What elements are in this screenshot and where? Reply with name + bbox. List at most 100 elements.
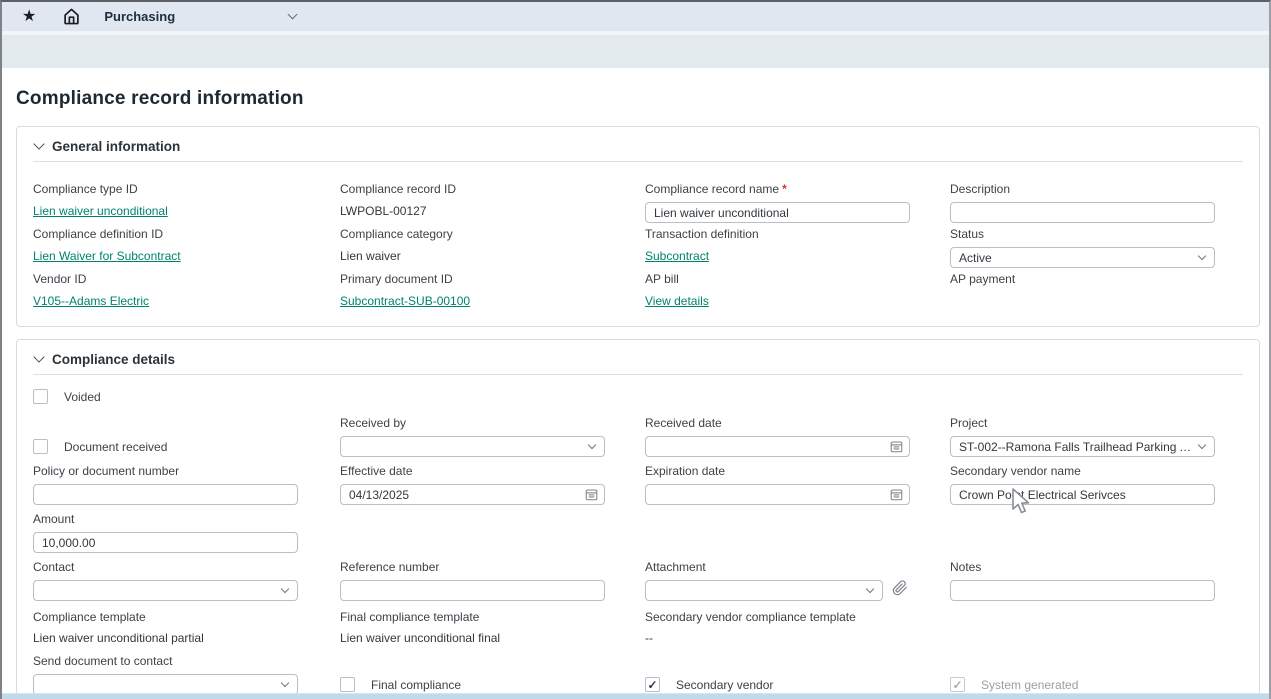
field-label: Reference number	[340, 560, 645, 574]
field-label: AP payment	[950, 272, 1243, 286]
secondary-vendor-template-value: --	[645, 631, 950, 645]
field-status: Status Active	[950, 227, 1243, 268]
status-select[interactable]: Active	[950, 247, 1215, 268]
field-effective-date: Effective date	[340, 464, 645, 505]
compliance-record-name-input[interactable]	[645, 202, 910, 223]
attachment-select[interactable]	[645, 580, 883, 601]
field-label: Transaction definition	[645, 227, 950, 241]
field-amount: Amount	[33, 512, 340, 553]
collapse-chevron-icon	[33, 351, 44, 362]
module-selector[interactable]: Purchasing	[104, 9, 296, 24]
field-label: Expiration date	[645, 464, 950, 478]
page-title: Compliance record information	[16, 88, 1269, 110]
field-label: Compliance definition ID	[33, 227, 340, 241]
checkbox-label: Final compliance	[371, 678, 461, 692]
secondary-vendor-checkbox[interactable]: ✓ Secondary vendor	[645, 677, 950, 692]
field-secondary-vendor-template: Secondary vendor compliance template --	[645, 610, 950, 645]
document-received-checkbox[interactable]: Document received	[33, 439, 340, 454]
chevron-down-icon	[288, 10, 298, 20]
contact-select[interactable]	[33, 580, 298, 601]
calendar-icon[interactable]	[890, 488, 903, 506]
notes-input[interactable]	[950, 580, 1215, 601]
final-compliance-checkbox[interactable]: Final compliance	[340, 677, 645, 692]
field-label: Description	[950, 182, 1243, 196]
field-expiration-date: Expiration date	[645, 464, 950, 505]
field-label: Secondary vendor compliance template	[645, 610, 950, 624]
compliance-details-section-toggle[interactable]: Compliance details	[33, 350, 1243, 375]
module-selector-label: Purchasing	[104, 9, 175, 24]
field-label: Vendor ID	[33, 272, 340, 286]
primary-document-id-link[interactable]: Subcontract-SUB-00100	[340, 294, 470, 308]
window-bottom-edge	[2, 693, 1269, 699]
compliance-definition-id-link[interactable]: Lien Waiver for Subcontract	[33, 249, 181, 263]
checkbox-label: Secondary vendor	[676, 678, 773, 692]
field-label: Secondary vendor name	[950, 464, 1243, 478]
transaction-definition-link[interactable]: Subcontract	[645, 249, 709, 263]
chevron-down-icon	[281, 584, 289, 592]
field-label: Contact	[33, 560, 340, 574]
field-attachment: Attachment	[645, 560, 950, 601]
compliance-template-value: Lien waiver unconditional partial	[33, 631, 340, 645]
field-send-document: Send document to contact	[33, 654, 340, 695]
vendor-id-link[interactable]: V105--Adams Electric	[33, 294, 149, 308]
field-transaction-definition: Transaction definition Subcontract	[645, 227, 950, 268]
received-by-select[interactable]	[340, 436, 605, 457]
page-header: Compliance record information	[2, 68, 1269, 126]
field-compliance-template: Compliance template Lien waiver uncondit…	[33, 610, 340, 645]
top-nav-bar: ★ Purchasing	[2, 2, 1269, 35]
collapse-chevron-icon	[33, 138, 44, 149]
calendar-icon[interactable]	[585, 488, 598, 506]
checkbox-label: Document received	[64, 440, 167, 454]
checkbox-box: ✓	[645, 677, 660, 692]
chevron-down-icon	[1198, 440, 1206, 448]
field-label: Compliance template	[33, 610, 340, 624]
field-compliance-type-id: Compliance type ID Lien waiver unconditi…	[33, 182, 340, 223]
policy-number-input[interactable]	[33, 484, 298, 505]
field-label: AP bill	[645, 272, 950, 286]
checkbox-box	[33, 439, 48, 454]
field-compliance-definition-id: Compliance definition ID Lien Waiver for…	[33, 227, 340, 268]
checkbox-box	[33, 389, 48, 404]
ap-bill-view-details-link[interactable]: View details	[645, 294, 709, 308]
description-input[interactable]	[950, 202, 1215, 223]
field-ap-bill: AP bill View details	[645, 272, 950, 310]
field-compliance-category: Compliance category Lien waiver	[340, 227, 645, 268]
effective-date-input[interactable]	[340, 484, 605, 505]
paperclip-icon[interactable]	[892, 580, 908, 601]
field-vendor-id: Vendor ID V105--Adams Electric	[33, 272, 340, 310]
field-label: Compliance record ID	[340, 182, 645, 196]
chevron-down-icon	[866, 584, 874, 592]
received-date-input[interactable]	[645, 436, 910, 457]
field-label: Notes	[950, 560, 1243, 574]
amount-input[interactable]	[33, 532, 298, 553]
chevron-down-icon	[588, 440, 596, 448]
field-reference-number: Reference number	[340, 560, 645, 601]
home-icon[interactable]	[63, 8, 80, 25]
field-ap-payment: AP payment	[950, 272, 1243, 310]
field-final-compliance-template: Final compliance template Lien waiver un…	[340, 610, 645, 645]
project-select[interactable]: ST-002--Ramona Falls Trailhead Parking A…	[950, 436, 1215, 457]
general-information-section-toggle[interactable]: General information	[33, 137, 1243, 162]
compliance-details-section: Compliance details Voided Document recei…	[16, 339, 1260, 699]
send-document-select[interactable]	[33, 674, 298, 695]
expiration-date-input[interactable]	[645, 484, 910, 505]
secondary-vendor-name-input[interactable]	[950, 484, 1215, 505]
field-label: Effective date	[340, 464, 645, 478]
field-label: Received by	[340, 416, 645, 430]
field-received-by: Received by	[340, 416, 645, 457]
field-primary-document-id: Primary document ID Subcontract-SUB-0010…	[340, 272, 645, 310]
field-received-date: Received date	[645, 416, 950, 457]
calendar-icon[interactable]	[890, 440, 903, 458]
field-label: Compliance type ID	[33, 182, 340, 196]
compliance-type-id-link[interactable]: Lien waiver unconditional	[33, 204, 168, 218]
favorites-star-icon[interactable]: ★	[22, 9, 36, 25]
field-notes: Notes	[950, 560, 1243, 601]
field-contact: Contact	[33, 560, 340, 601]
field-label: Status	[950, 227, 1243, 241]
field-label: Amount	[33, 512, 340, 526]
reference-number-input[interactable]	[340, 580, 605, 601]
required-asterisk: *	[782, 182, 787, 196]
voided-checkbox[interactable]: Voided	[33, 389, 1243, 404]
field-compliance-record-id: Compliance record ID LWPOBL-00127	[340, 182, 645, 223]
general-information-section: General information Compliance type ID L…	[16, 126, 1260, 327]
